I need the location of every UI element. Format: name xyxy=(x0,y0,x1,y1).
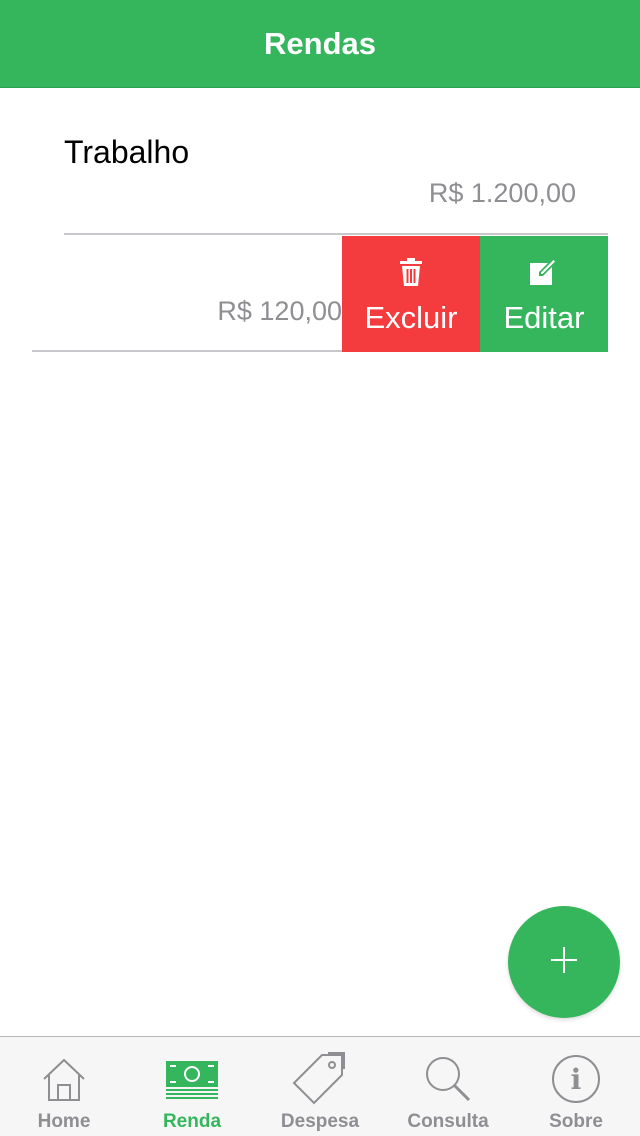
plus-icon xyxy=(549,945,579,980)
list-item-content[interactable]: R$ 120,00 xyxy=(32,236,342,352)
delete-button[interactable]: Excluir xyxy=(342,236,480,352)
item-amount: R$ 1.200,00 xyxy=(428,178,576,208)
item-title: Trabalho xyxy=(64,134,190,170)
add-income-button[interactable] xyxy=(508,906,620,1018)
tab-consulta[interactable]: Consulta xyxy=(384,1037,512,1136)
info-icon: i xyxy=(551,1049,601,1109)
delete-label: Excluir xyxy=(364,300,458,335)
tab-label: Home xyxy=(37,1111,91,1132)
home-icon xyxy=(40,1049,88,1109)
list-item-swiped[interactable]: R$ 120,00 Excluir Editar xyxy=(32,236,608,352)
tag-icon xyxy=(292,1049,348,1109)
list-item[interactable]: Trabalho R$ 1.200,00 xyxy=(64,88,608,235)
tab-label: Renda xyxy=(162,1111,222,1132)
trash-icon xyxy=(400,258,422,286)
tab-sobre[interactable]: i Sobre xyxy=(512,1037,640,1136)
tab-home[interactable]: Home xyxy=(0,1037,128,1136)
money-icon xyxy=(165,1049,219,1109)
tab-bar: Home Renda Despesa Consulta i Sobre xyxy=(0,1036,640,1136)
tab-label: Consulta xyxy=(407,1111,489,1132)
edit-button[interactable]: Editar xyxy=(480,236,608,352)
tab-renda[interactable]: Renda xyxy=(128,1037,256,1136)
tab-label: Despesa xyxy=(280,1111,360,1132)
search-icon xyxy=(423,1049,473,1109)
edit-icon xyxy=(529,258,559,286)
edit-label: Editar xyxy=(503,300,585,335)
item-amount: R$ 120,00 xyxy=(217,296,342,326)
svg-text:i: i xyxy=(571,1063,582,1096)
page-title: Rendas xyxy=(264,25,376,61)
tab-despesa[interactable]: Despesa xyxy=(256,1037,384,1136)
tab-label: Sobre xyxy=(549,1111,603,1132)
nav-header: Rendas xyxy=(0,0,640,88)
